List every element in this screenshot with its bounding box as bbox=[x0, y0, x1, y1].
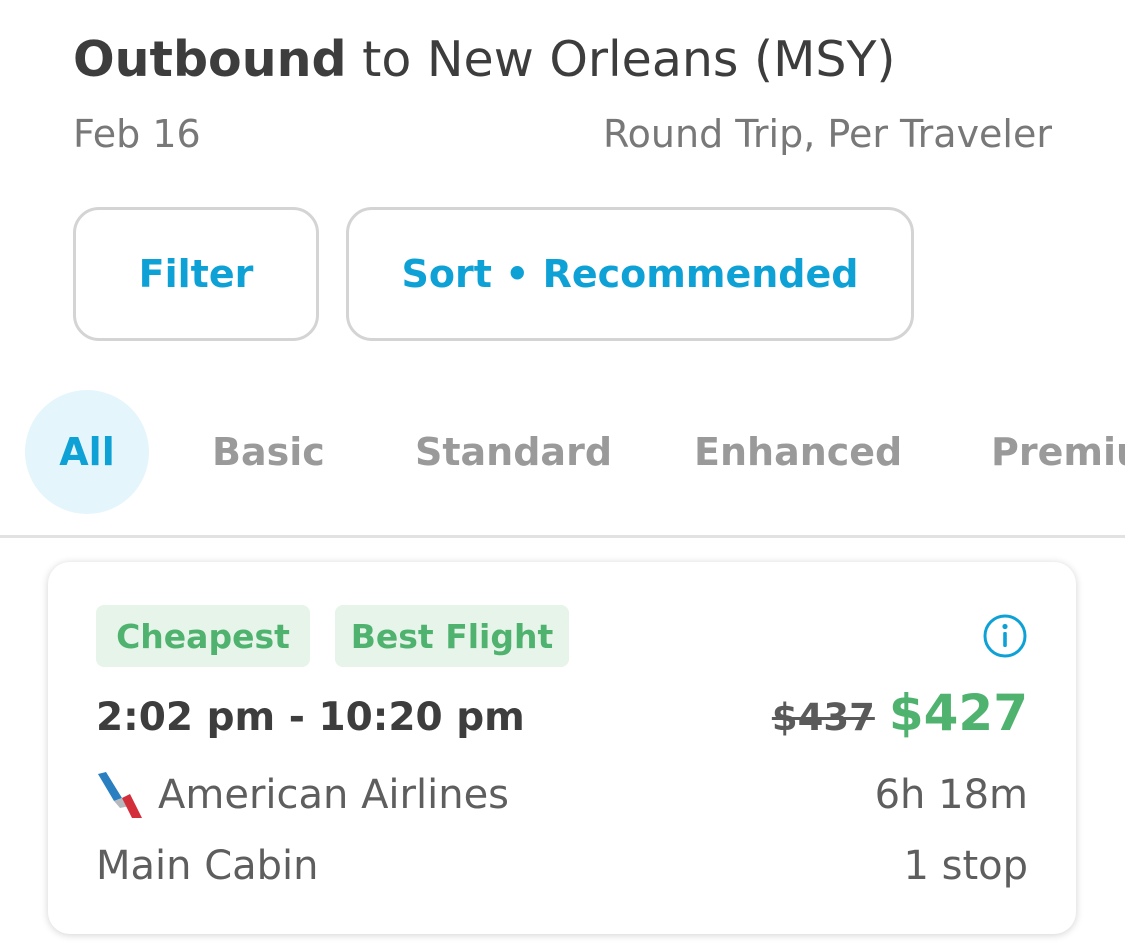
airline-row: American Airlines bbox=[96, 769, 509, 821]
tab-basic[interactable]: Basic bbox=[212, 390, 325, 514]
cheapest-badge: Cheapest bbox=[96, 605, 310, 667]
flight-card[interactable]: Cheapest Best Flight 2:02 pm - 10:20 pm … bbox=[48, 562, 1076, 934]
flight-duration: 6h 18m bbox=[874, 772, 1028, 818]
flight-times: 2:02 pm - 10:20 pm bbox=[96, 695, 525, 740]
tab-enhanced[interactable]: Enhanced bbox=[694, 390, 902, 514]
info-icon[interactable] bbox=[982, 613, 1028, 659]
tab-all[interactable]: All bbox=[25, 390, 149, 514]
flight-results-screen: Outbound to New Orleans (MSY) Feb 16 Rou… bbox=[0, 0, 1125, 948]
title-destination: to New Orleans (MSY) bbox=[346, 31, 896, 88]
tab-standard[interactable]: Standard bbox=[415, 390, 612, 514]
title-direction: Outbound bbox=[73, 31, 347, 88]
fare-class-tabs: All Basic Standard Enhanced Premiu bbox=[0, 390, 1125, 514]
tabs-divider bbox=[0, 535, 1125, 538]
american-airlines-logo bbox=[98, 772, 142, 818]
trip-date: Feb 16 bbox=[73, 112, 201, 156]
tab-premium[interactable]: Premiu bbox=[991, 390, 1125, 514]
trip-type-info: Round Trip, Per Traveler bbox=[602, 112, 1052, 156]
cabin-class: Main Cabin bbox=[96, 843, 319, 889]
current-price: $427 bbox=[888, 684, 1028, 742]
original-price: $437 bbox=[771, 696, 875, 739]
price-block: $437 $427 bbox=[772, 684, 1028, 742]
airline-name: American Airlines bbox=[158, 772, 510, 818]
filter-button[interactable]: Filter bbox=[73, 207, 319, 341]
page-title: Outbound to New Orleans (MSY) bbox=[73, 28, 896, 92]
best-flight-badge: Best Flight bbox=[335, 605, 569, 667]
stops-count: 1 stop bbox=[903, 843, 1028, 889]
sort-button[interactable]: Sort • Recommended bbox=[346, 207, 914, 341]
